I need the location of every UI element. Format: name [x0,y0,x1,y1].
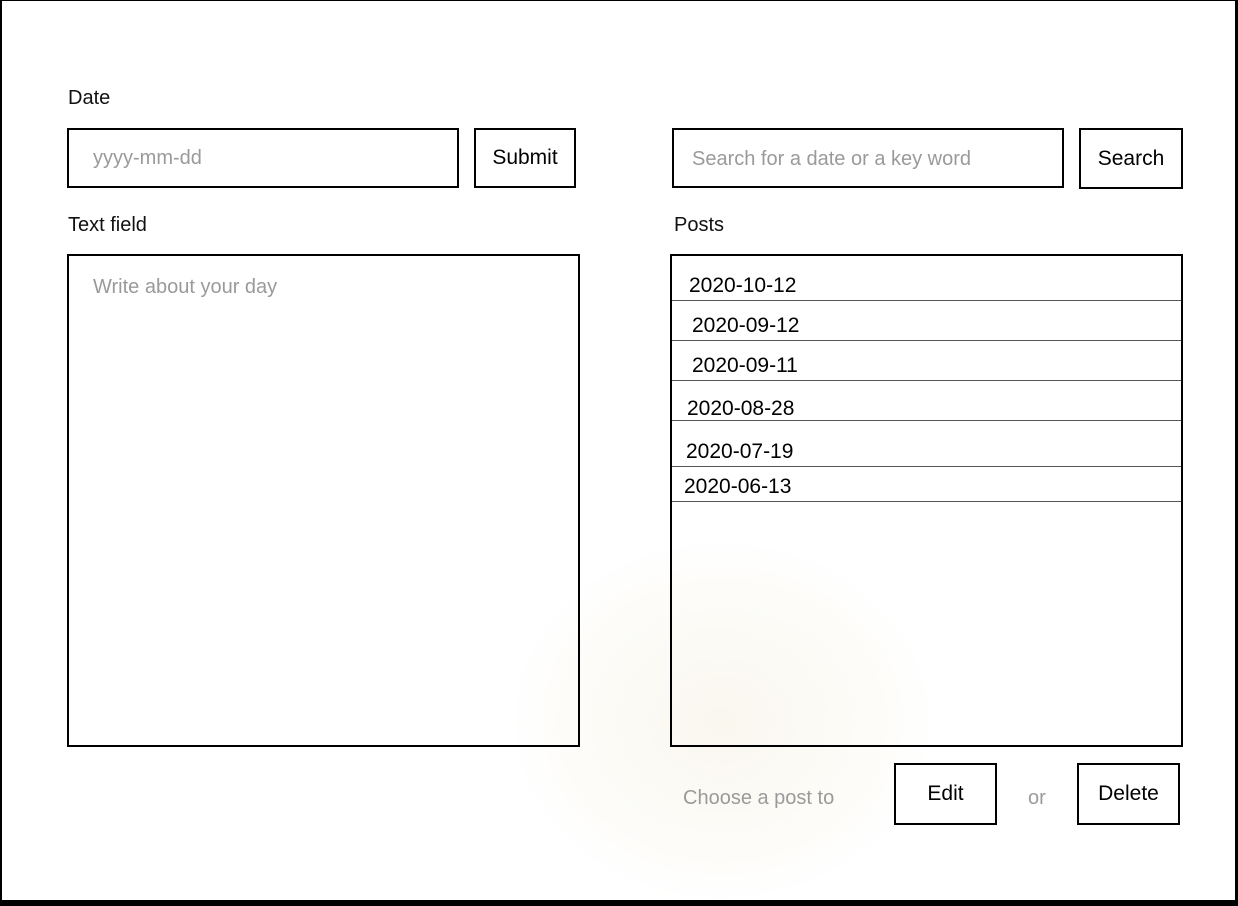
post-date: 2020-07-19 [686,440,794,463]
posts-list[interactable]: 2020-10-12 2020-09-12 2020-09-11 2020-08… [670,254,1183,747]
posts-label: Posts [674,214,725,236]
action-prompt: Choose a post to [683,787,835,809]
list-item[interactable]: 2020-08-28 [672,381,1181,421]
post-date: 2020-06-13 [684,475,792,498]
submit-button[interactable]: Submit [474,128,576,188]
date-label: Date [68,87,111,109]
text-area[interactable]: Write about your day [67,254,580,747]
date-input[interactable]: yyyy-mm-dd [67,128,459,188]
list-item[interactable]: 2020-07-19 [672,421,1181,467]
list-item[interactable]: 2020-06-13 [672,467,1181,502]
post-date: 2020-09-12 [692,314,800,337]
edit-button[interactable]: Edit [894,763,997,825]
post-date: 2020-08-28 [687,397,795,420]
date-input-placeholder: yyyy-mm-dd [93,147,202,169]
search-input-placeholder: Search for a date or a key word [692,148,972,170]
text-field-label: Text field [68,214,147,236]
search-input[interactable]: Search for a date or a key word [672,128,1064,188]
app-window: Date yyyy-mm-dd Submit Text field Write … [0,0,1238,906]
delete-button[interactable]: Delete [1077,763,1180,825]
or-text: or [1028,787,1046,809]
post-date: 2020-09-11 [692,354,798,377]
list-item[interactable]: 2020-09-11 [672,341,1181,381]
search-button[interactable]: Search [1079,128,1183,189]
post-date: 2020-10-12 [689,274,797,297]
list-item[interactable]: 2020-10-12 [672,256,1181,301]
list-item[interactable]: 2020-09-12 [672,301,1181,341]
text-area-placeholder: Write about your day [93,276,278,298]
